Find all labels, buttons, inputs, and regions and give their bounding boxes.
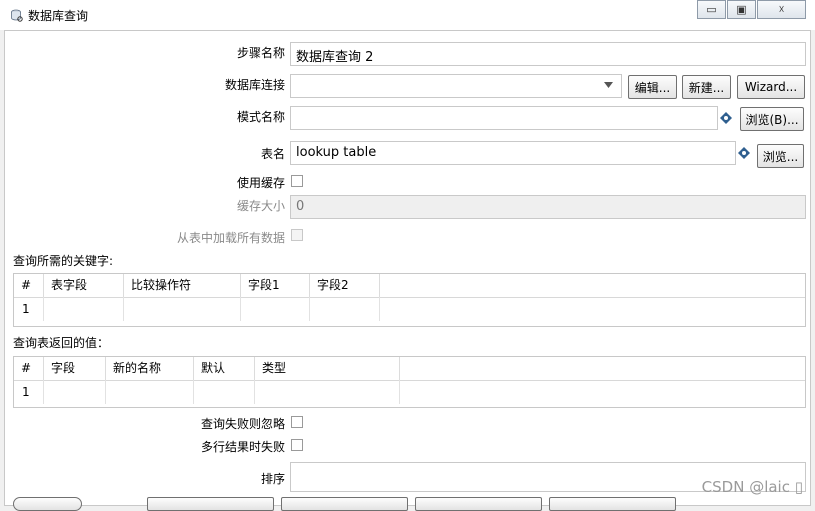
browse-schema-button[interactable]: 浏览(B)... bbox=[740, 107, 804, 131]
ignore-failure-label: 查询失败则忽略 bbox=[200, 417, 285, 431]
wizard-button[interactable]: Wizard... bbox=[737, 75, 805, 99]
use-cache-label: 使用缓存 bbox=[236, 176, 285, 190]
dialog-content bbox=[4, 30, 811, 506]
dropdown-arrow-icon[interactable] bbox=[604, 82, 613, 88]
keys-col-field1[interactable]: 字段1 bbox=[241, 274, 310, 297]
keys-col-index[interactable]: # bbox=[14, 274, 44, 297]
return-col-default[interactable]: 默认 bbox=[194, 357, 255, 380]
variable-icon bbox=[738, 147, 750, 159]
use-cache-checkbox[interactable] bbox=[291, 175, 303, 187]
minimize-icon: ▭ bbox=[706, 3, 717, 16]
table-cell[interactable] bbox=[44, 380, 106, 404]
return-section-title: 查询表返回的值： bbox=[13, 336, 110, 350]
table-name-label: 表名 bbox=[260, 147, 285, 161]
table-cell[interactable] bbox=[255, 380, 400, 404]
connection-label: 数据库连接 bbox=[224, 78, 285, 92]
schema-label: 模式名称 bbox=[236, 110, 285, 124]
table-name-input[interactable]: lookup table bbox=[290, 141, 736, 165]
keys-table-header: # 表字段 比较操作符 字段1 字段2 bbox=[14, 274, 805, 298]
return-col-field[interactable]: 字段 bbox=[44, 357, 106, 380]
return-col-index[interactable]: # bbox=[14, 357, 44, 380]
keys-col-table-field[interactable]: 表字段 bbox=[44, 274, 124, 297]
keys-table: # 表字段 比较操作符 字段1 字段2 1 bbox=[13, 273, 806, 327]
step-name-input[interactable]: 数据库查询 2 bbox=[290, 42, 806, 66]
load-all-label: 从表中加载所有数据 bbox=[176, 231, 285, 245]
maximize-button[interactable]: ▣ bbox=[727, 0, 756, 19]
ok-button[interactable] bbox=[147, 497, 274, 511]
table-row[interactable]: 1 bbox=[14, 380, 805, 404]
get-lookup-fields-button[interactable] bbox=[549, 497, 676, 511]
get-fields-button[interactable] bbox=[415, 497, 542, 511]
return-col-type[interactable]: 类型 bbox=[255, 357, 400, 380]
schema-input[interactable] bbox=[290, 106, 718, 130]
watermark: CSDN @laic ▯ bbox=[701, 478, 803, 496]
load-all-checkbox[interactable] bbox=[291, 229, 303, 241]
table-row[interactable]: 1 bbox=[14, 297, 805, 321]
keys-col-field2[interactable]: 字段2 bbox=[310, 274, 380, 297]
database-icon bbox=[11, 9, 23, 22]
row-index: 1 bbox=[14, 297, 44, 321]
close-icon: ☓ bbox=[778, 3, 785, 16]
table-cell[interactable] bbox=[194, 380, 255, 404]
table-cell[interactable] bbox=[106, 380, 194, 404]
minimize-button[interactable]: ▭ bbox=[697, 0, 726, 19]
title-bar: 数据库查询 ▭ ▣ ☓ bbox=[0, 0, 815, 30]
window-title: 数据库查询 bbox=[28, 9, 89, 23]
order-by-label: 排序 bbox=[260, 472, 285, 486]
return-table-header: # 字段 新的名称 默认 类型 bbox=[14, 357, 805, 381]
connection-select[interactable] bbox=[290, 74, 622, 98]
keys-section-title: 查询所需的关键字: bbox=[13, 254, 114, 268]
return-table: # 字段 新的名称 默认 类型 1 bbox=[13, 356, 806, 408]
browse-table-button[interactable]: 浏览... bbox=[757, 144, 804, 168]
new-connection-button[interactable]: 新建... bbox=[682, 75, 731, 99]
cancel-button[interactable] bbox=[281, 497, 408, 511]
edit-connection-button[interactable]: 编辑... bbox=[628, 75, 677, 99]
row-index: 1 bbox=[14, 380, 44, 404]
table-cell[interactable] bbox=[124, 297, 241, 321]
table-cell[interactable] bbox=[241, 297, 310, 321]
help-button[interactable] bbox=[13, 497, 82, 511]
cache-size-label: 缓存大小 bbox=[236, 199, 285, 213]
variable-icon bbox=[720, 112, 732, 124]
ignore-failure-checkbox[interactable] bbox=[291, 416, 303, 428]
fail-multiple-label: 多行结果时失败 bbox=[200, 440, 285, 454]
step-name-label: 步骤名称 bbox=[236, 46, 285, 60]
table-cell[interactable] bbox=[310, 297, 380, 321]
return-col-new-name[interactable]: 新的名称 bbox=[106, 357, 194, 380]
fail-multiple-checkbox[interactable] bbox=[291, 439, 303, 451]
maximize-icon: ▣ bbox=[736, 3, 747, 16]
cache-size-input[interactable]: 0 bbox=[290, 195, 806, 219]
table-cell[interactable] bbox=[44, 297, 124, 321]
keys-col-comparator[interactable]: 比较操作符 bbox=[124, 274, 241, 297]
close-button[interactable]: ☓ bbox=[757, 0, 806, 19]
